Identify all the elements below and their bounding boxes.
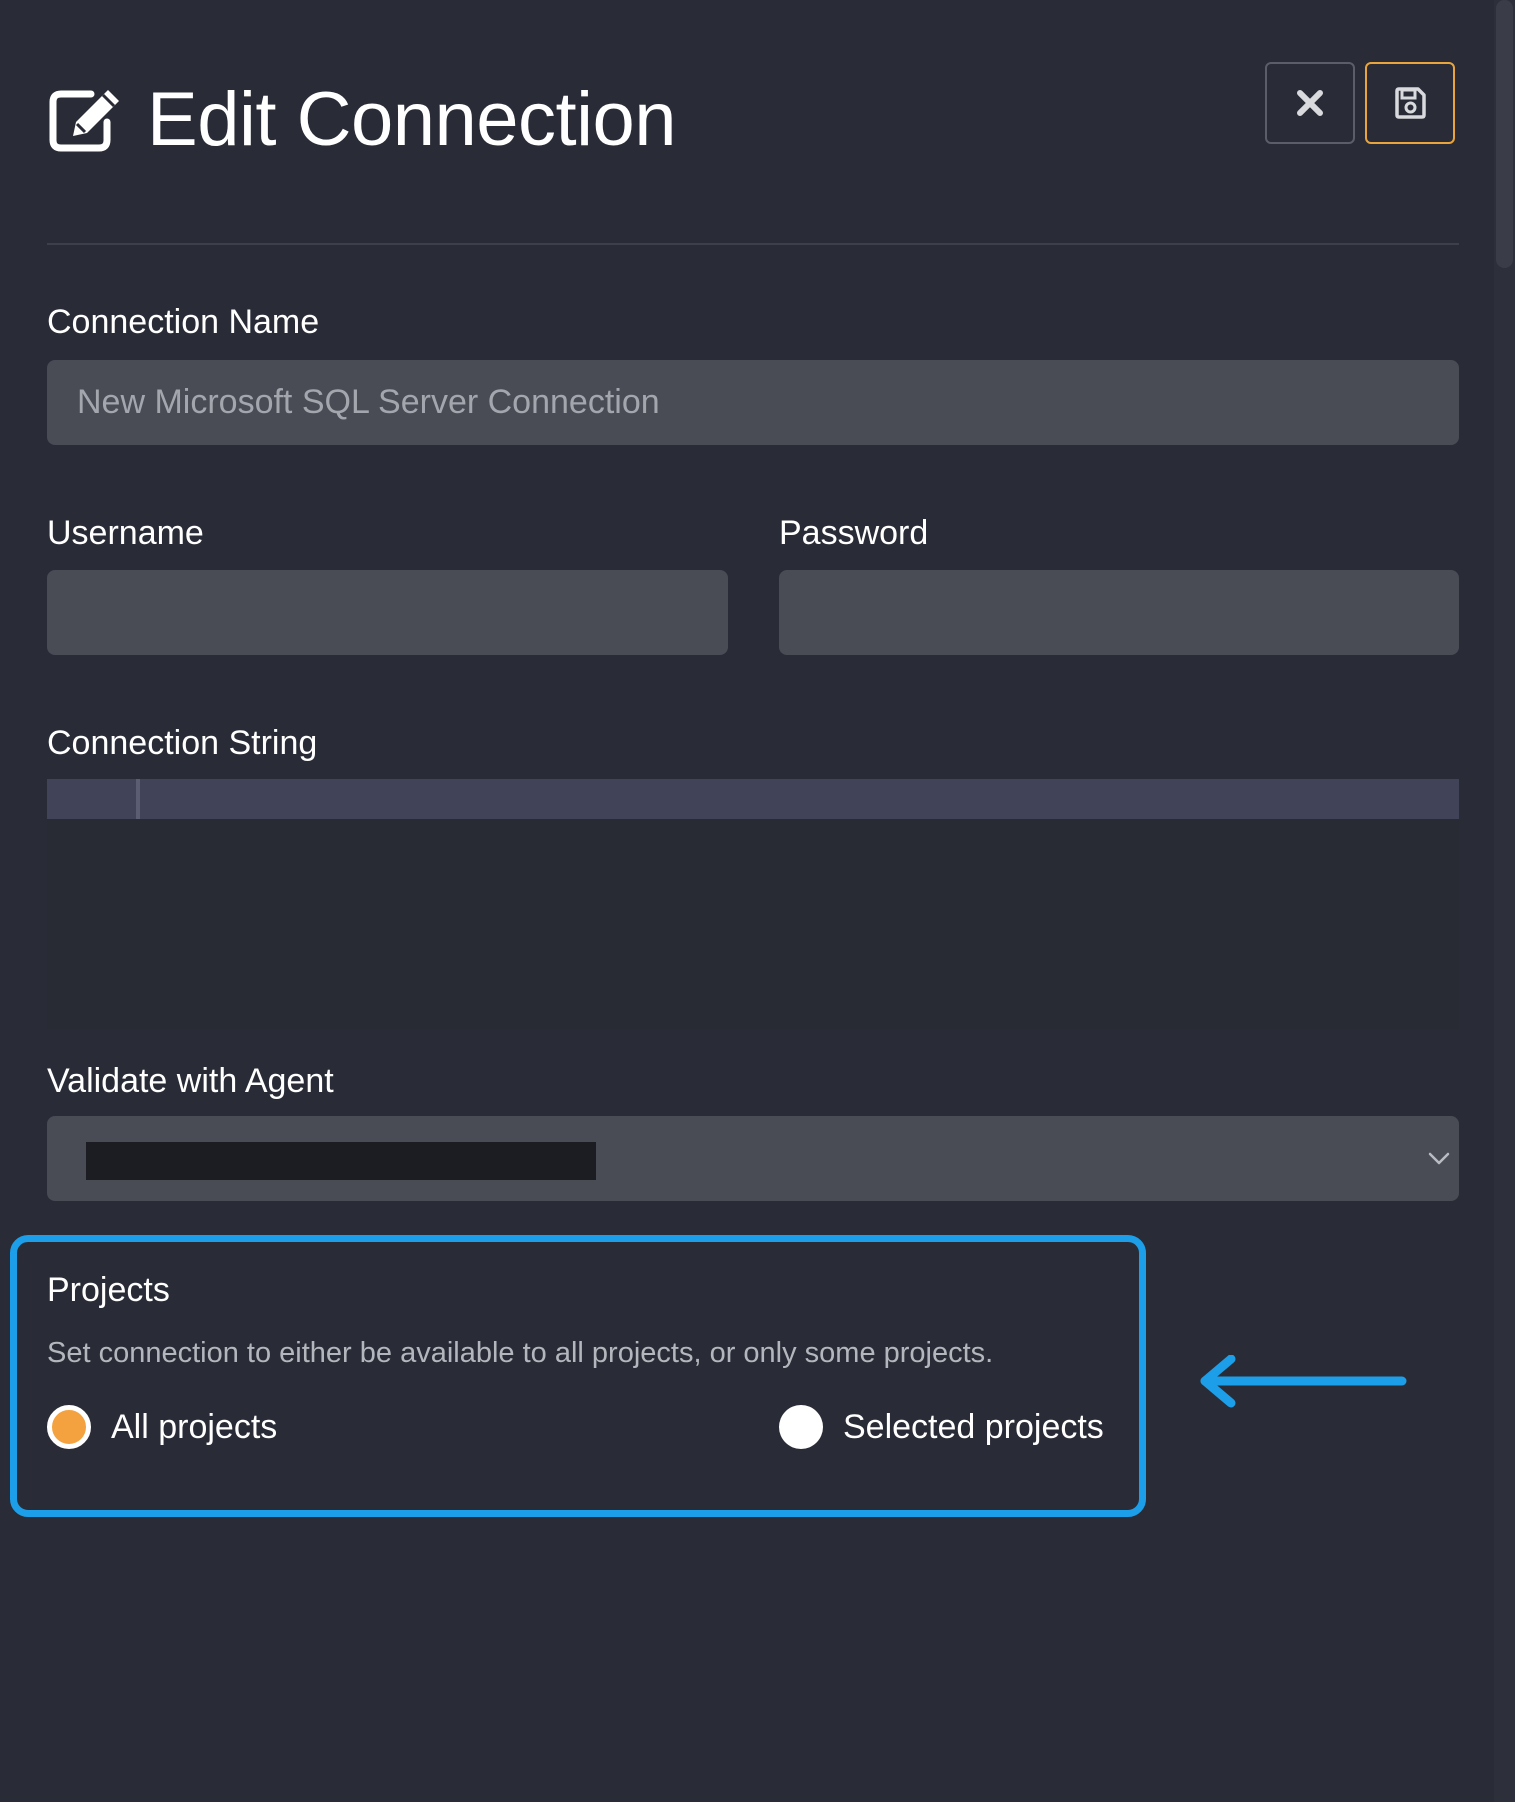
password-label: Password [779,514,929,552]
page-title: Edit Connection [147,77,677,162]
chevron-down-icon [1428,1152,1450,1165]
page-header: Edit Connection [47,77,677,162]
radio-label-selected-projects: Selected projects [843,1408,1104,1446]
scrollbar-track[interactable] [1494,0,1515,1802]
arrow-left-icon [1200,1355,1407,1408]
editor-active-line [47,779,1459,819]
validate-agent-label: Validate with Agent [47,1062,334,1100]
editor-body[interactable] [47,819,1459,1029]
close-button[interactable] [1265,62,1355,144]
radio-all-projects[interactable]: All projects [47,1405,277,1449]
redacted-selected-value [86,1142,596,1180]
connection-name-label: Connection Name [47,303,320,341]
connection-string-label: Connection String [47,724,318,762]
projects-description: Set connection to either be available to… [47,1337,994,1369]
username-input[interactable] [47,570,728,655]
header-divider [47,243,1459,245]
radio-button-unchecked[interactable] [779,1405,823,1449]
editor-gutter [47,779,140,819]
scrollbar-thumb[interactable] [1496,0,1513,268]
projects-highlight-box [10,1235,1146,1517]
connection-name-input[interactable] [47,360,1459,445]
validate-agent-select[interactable] [47,1116,1459,1201]
projects-title: Projects [47,1271,170,1309]
radio-button-checked[interactable] [47,1405,91,1449]
save-button[interactable] [1365,62,1455,144]
close-icon [1297,90,1323,116]
edit-icon [49,90,119,152]
radio-selected-projects[interactable]: Selected projects [779,1405,1104,1449]
username-label: Username [47,514,204,552]
save-icon [1395,87,1426,119]
radio-label-all-projects: All projects [111,1408,278,1446]
password-input[interactable] [779,570,1459,655]
